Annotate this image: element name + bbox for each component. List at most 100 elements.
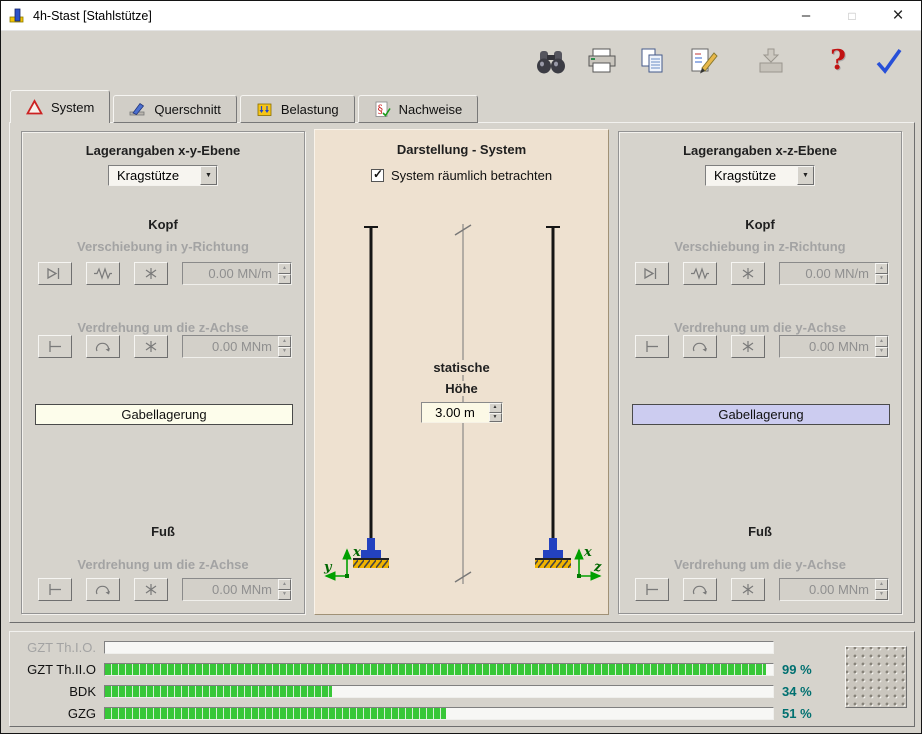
rotation-spring-button[interactable] [86, 335, 120, 358]
confirm-icon[interactable] [870, 42, 908, 80]
fork-bearing-button-xz[interactable]: Gabellagerung [632, 404, 890, 425]
stepper[interactable]: ▲▼ [875, 336, 888, 357]
support-type-value: Kragstütze [109, 166, 200, 185]
clamp-support-button[interactable] [38, 578, 72, 601]
spin-up-icon[interactable]: ▲ [489, 403, 502, 413]
axis-x-label: x [583, 545, 592, 560]
rotation-spring-icon [688, 582, 712, 597]
print-icon[interactable] [583, 42, 621, 80]
spin-up-icon[interactable]: ▲ [875, 336, 888, 347]
spring-support-button[interactable] [683, 262, 717, 285]
rotation-stiffness-value: 0.00 MNm [183, 336, 278, 357]
rigid-icon [736, 266, 760, 281]
spin-up-icon[interactable]: ▲ [875, 579, 888, 590]
clamp-icon [640, 582, 664, 597]
clamp-icon [43, 339, 67, 354]
rotation-spring-icon [91, 582, 115, 597]
support-type-select-xy[interactable]: Kragstütze ▼ [108, 165, 218, 186]
spin-down-icon[interactable]: ▼ [875, 347, 888, 358]
free-support-button[interactable] [38, 262, 72, 285]
rigid-support-button[interactable] [134, 262, 168, 285]
grid-handle-button[interactable] [845, 646, 907, 708]
close-button[interactable]: × [875, 1, 921, 30]
height-field[interactable]: 3.00 m ▲▼ [421, 402, 503, 423]
rotation-spring-button[interactable] [86, 578, 120, 601]
stepper[interactable]: ▲▼ [278, 336, 291, 357]
rigid-rotation-button[interactable] [731, 335, 765, 358]
copy-icon[interactable] [634, 42, 672, 80]
spin-down-icon[interactable]: ▼ [875, 590, 888, 601]
tab-label: Nachweise [399, 102, 463, 117]
spin-up-icon[interactable]: ▲ [278, 263, 291, 274]
clamp-support-button[interactable] [635, 578, 669, 601]
spin-down-icon[interactable]: ▼ [278, 590, 291, 601]
tab-bar: System Querschnitt Belastung § [10, 90, 481, 123]
status-row-label: GZG [16, 706, 96, 721]
support-type-select-xz[interactable]: Kragstütze ▼ [705, 165, 815, 186]
clamp-support-button[interactable] [635, 335, 669, 358]
system-warning-triangle-icon [26, 99, 43, 116]
search-binoculars-icon[interactable] [532, 42, 570, 80]
main-frame: Lagerangaben x-y-Ebene Kragstütze ▼ Kopf… [9, 122, 915, 623]
stepper[interactable]: ▲▼ [875, 579, 888, 600]
chevron-down-icon[interactable]: ▼ [200, 166, 217, 185]
stepper[interactable]: ▲▼ [278, 263, 291, 284]
spin-down-icon[interactable]: ▼ [278, 274, 291, 285]
foot-rotation-stiffness-value: 0.00 MNm [183, 579, 278, 600]
stepper[interactable]: ▲▼ [489, 403, 502, 422]
static-height-word2: Höhe [440, 381, 483, 396]
system-3d-checkbox[interactable] [371, 169, 384, 182]
free-support-button[interactable] [635, 262, 669, 285]
spring-stiffness-field[interactable]: 0.00 MN/m ▲▼ [182, 262, 292, 285]
rotation-stiffness-field[interactable]: 0.00 MNm ▲▼ [779, 335, 889, 358]
spin-up-icon[interactable]: ▲ [278, 579, 291, 590]
help-icon[interactable]: ? [819, 42, 857, 80]
stepper[interactable]: ▲▼ [875, 263, 888, 284]
minimize-button[interactable]: – [783, 1, 829, 30]
rotation-stiffness-field[interactable]: 0.00 MNm ▲▼ [182, 335, 292, 358]
spin-down-icon[interactable]: ▼ [278, 347, 291, 358]
spring-stiffness-field[interactable]: 0.00 MN/m ▲▼ [779, 262, 889, 285]
progress-fill [105, 664, 766, 675]
rotation-spring-button[interactable] [683, 335, 717, 358]
title-bar: 4h-Stast [Stahlstütze] – □ × [1, 1, 921, 31]
tab-label: System [51, 100, 94, 115]
tab-nachweise[interactable]: § Nachweise [358, 95, 479, 123]
status-row-label: BDK [16, 684, 96, 699]
chevron-down-icon[interactable]: ▼ [797, 166, 814, 185]
clamp-support-button[interactable] [38, 335, 72, 358]
status-row-label: GZT Th.II.O [16, 662, 96, 677]
spin-up-icon[interactable]: ▲ [278, 336, 291, 347]
load-icon [256, 101, 273, 118]
tab-belastung[interactable]: Belastung [240, 95, 355, 123]
rigid-rotation-button[interactable] [134, 578, 168, 601]
rigid-icon [139, 266, 163, 281]
spring-support-button[interactable] [86, 262, 120, 285]
edit-protocol-icon[interactable] [685, 42, 723, 80]
stepper[interactable]: ▲▼ [278, 579, 291, 600]
support-panel-xy: Lagerangaben x-y-Ebene Kragstütze ▼ Kopf… [21, 131, 305, 614]
status-row-label: GZT Th.I.O. [16, 640, 96, 655]
rigid-rotation-button[interactable] [134, 335, 168, 358]
spin-down-icon[interactable]: ▼ [489, 413, 502, 423]
tab-querschnitt[interactable]: Querschnitt [113, 95, 236, 123]
rigid-support-button[interactable] [731, 262, 765, 285]
maximize-button[interactable]: □ [829, 1, 875, 30]
spin-up-icon[interactable]: ▲ [875, 263, 888, 274]
save-icon[interactable] [752, 42, 790, 80]
foot-rotation-stiffness-field[interactable]: 0.00 MNm ▲▼ [779, 578, 889, 601]
axes-xz: x z [577, 545, 602, 578]
foot-rotation-stiffness-field[interactable]: 0.00 MNm ▲▼ [182, 578, 292, 601]
axis-z-label: z [593, 560, 602, 575]
tab-system[interactable]: System [10, 90, 110, 123]
panel-title-xz: Lagerangaben x-z-Ebene [619, 143, 901, 158]
verification-icon: § [374, 101, 391, 118]
app-icon [8, 8, 26, 24]
fork-bearing-button-xy[interactable]: Gabellagerung [35, 404, 293, 425]
displacement-control-row: 0.00 MN/m ▲▼ [38, 262, 292, 285]
rotation-spring-button[interactable] [683, 578, 717, 601]
spring-stiffness-value: 0.00 MN/m [780, 263, 875, 284]
rigid-rotation-button[interactable] [731, 578, 765, 601]
spin-down-icon[interactable]: ▼ [875, 274, 888, 285]
foot-rotation-stiffness-value: 0.00 MNm [780, 579, 875, 600]
